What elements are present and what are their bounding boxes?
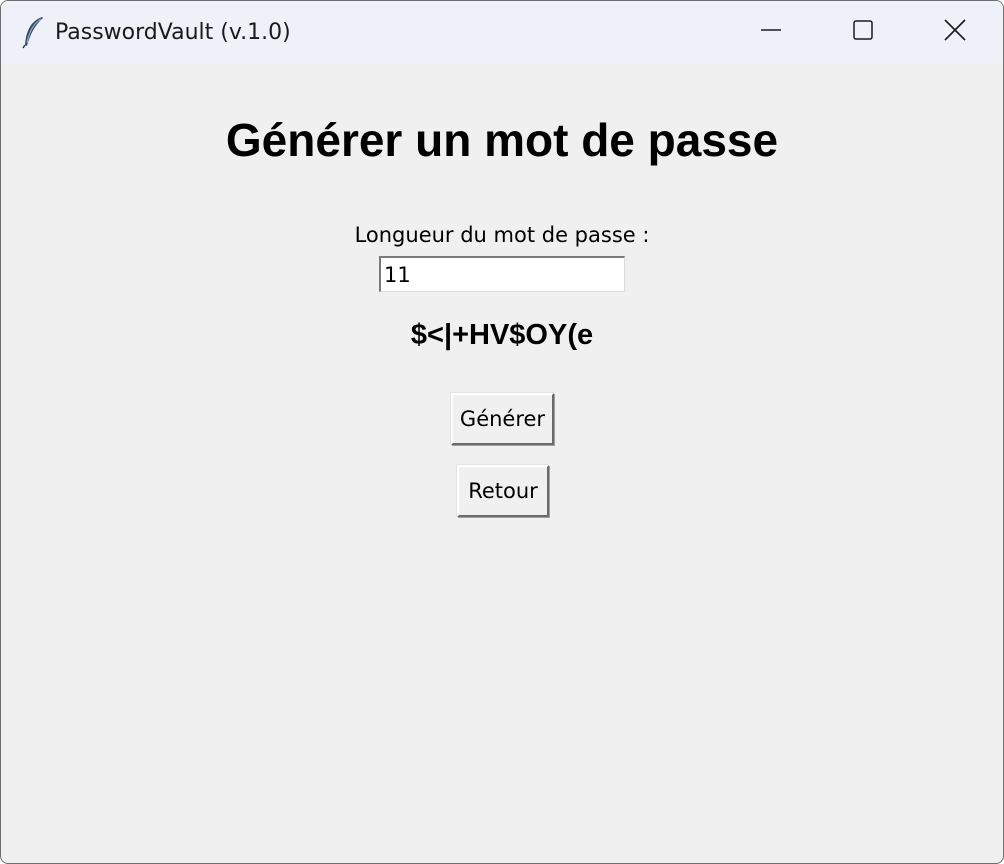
maximize-button[interactable] xyxy=(817,1,909,63)
page-title: Générer un mot de passe xyxy=(225,114,779,166)
maximize-icon xyxy=(853,19,873,45)
minimize-button[interactable] xyxy=(725,1,817,63)
password-length-input[interactable] xyxy=(379,256,625,292)
password-length-label: Longueur du mot de passe : xyxy=(354,223,650,247)
window-title: PasswordVault (v.1.0) xyxy=(55,20,291,45)
close-button[interactable] xyxy=(909,1,1001,63)
app-window: PasswordVault (v.1.0) Générer un mot de … xyxy=(0,0,1004,864)
close-icon xyxy=(944,18,966,46)
feather-icon xyxy=(21,15,47,49)
generate-button[interactable]: Générer xyxy=(451,393,554,445)
title-bar[interactable]: PasswordVault (v.1.0) xyxy=(1,1,1003,63)
main-content: Générer un mot de passe Longueur du mot … xyxy=(1,63,1003,863)
minimize-icon xyxy=(761,20,781,45)
generated-password: $<|+HV$OY(e xyxy=(410,319,594,351)
back-button[interactable]: Retour xyxy=(457,465,549,517)
